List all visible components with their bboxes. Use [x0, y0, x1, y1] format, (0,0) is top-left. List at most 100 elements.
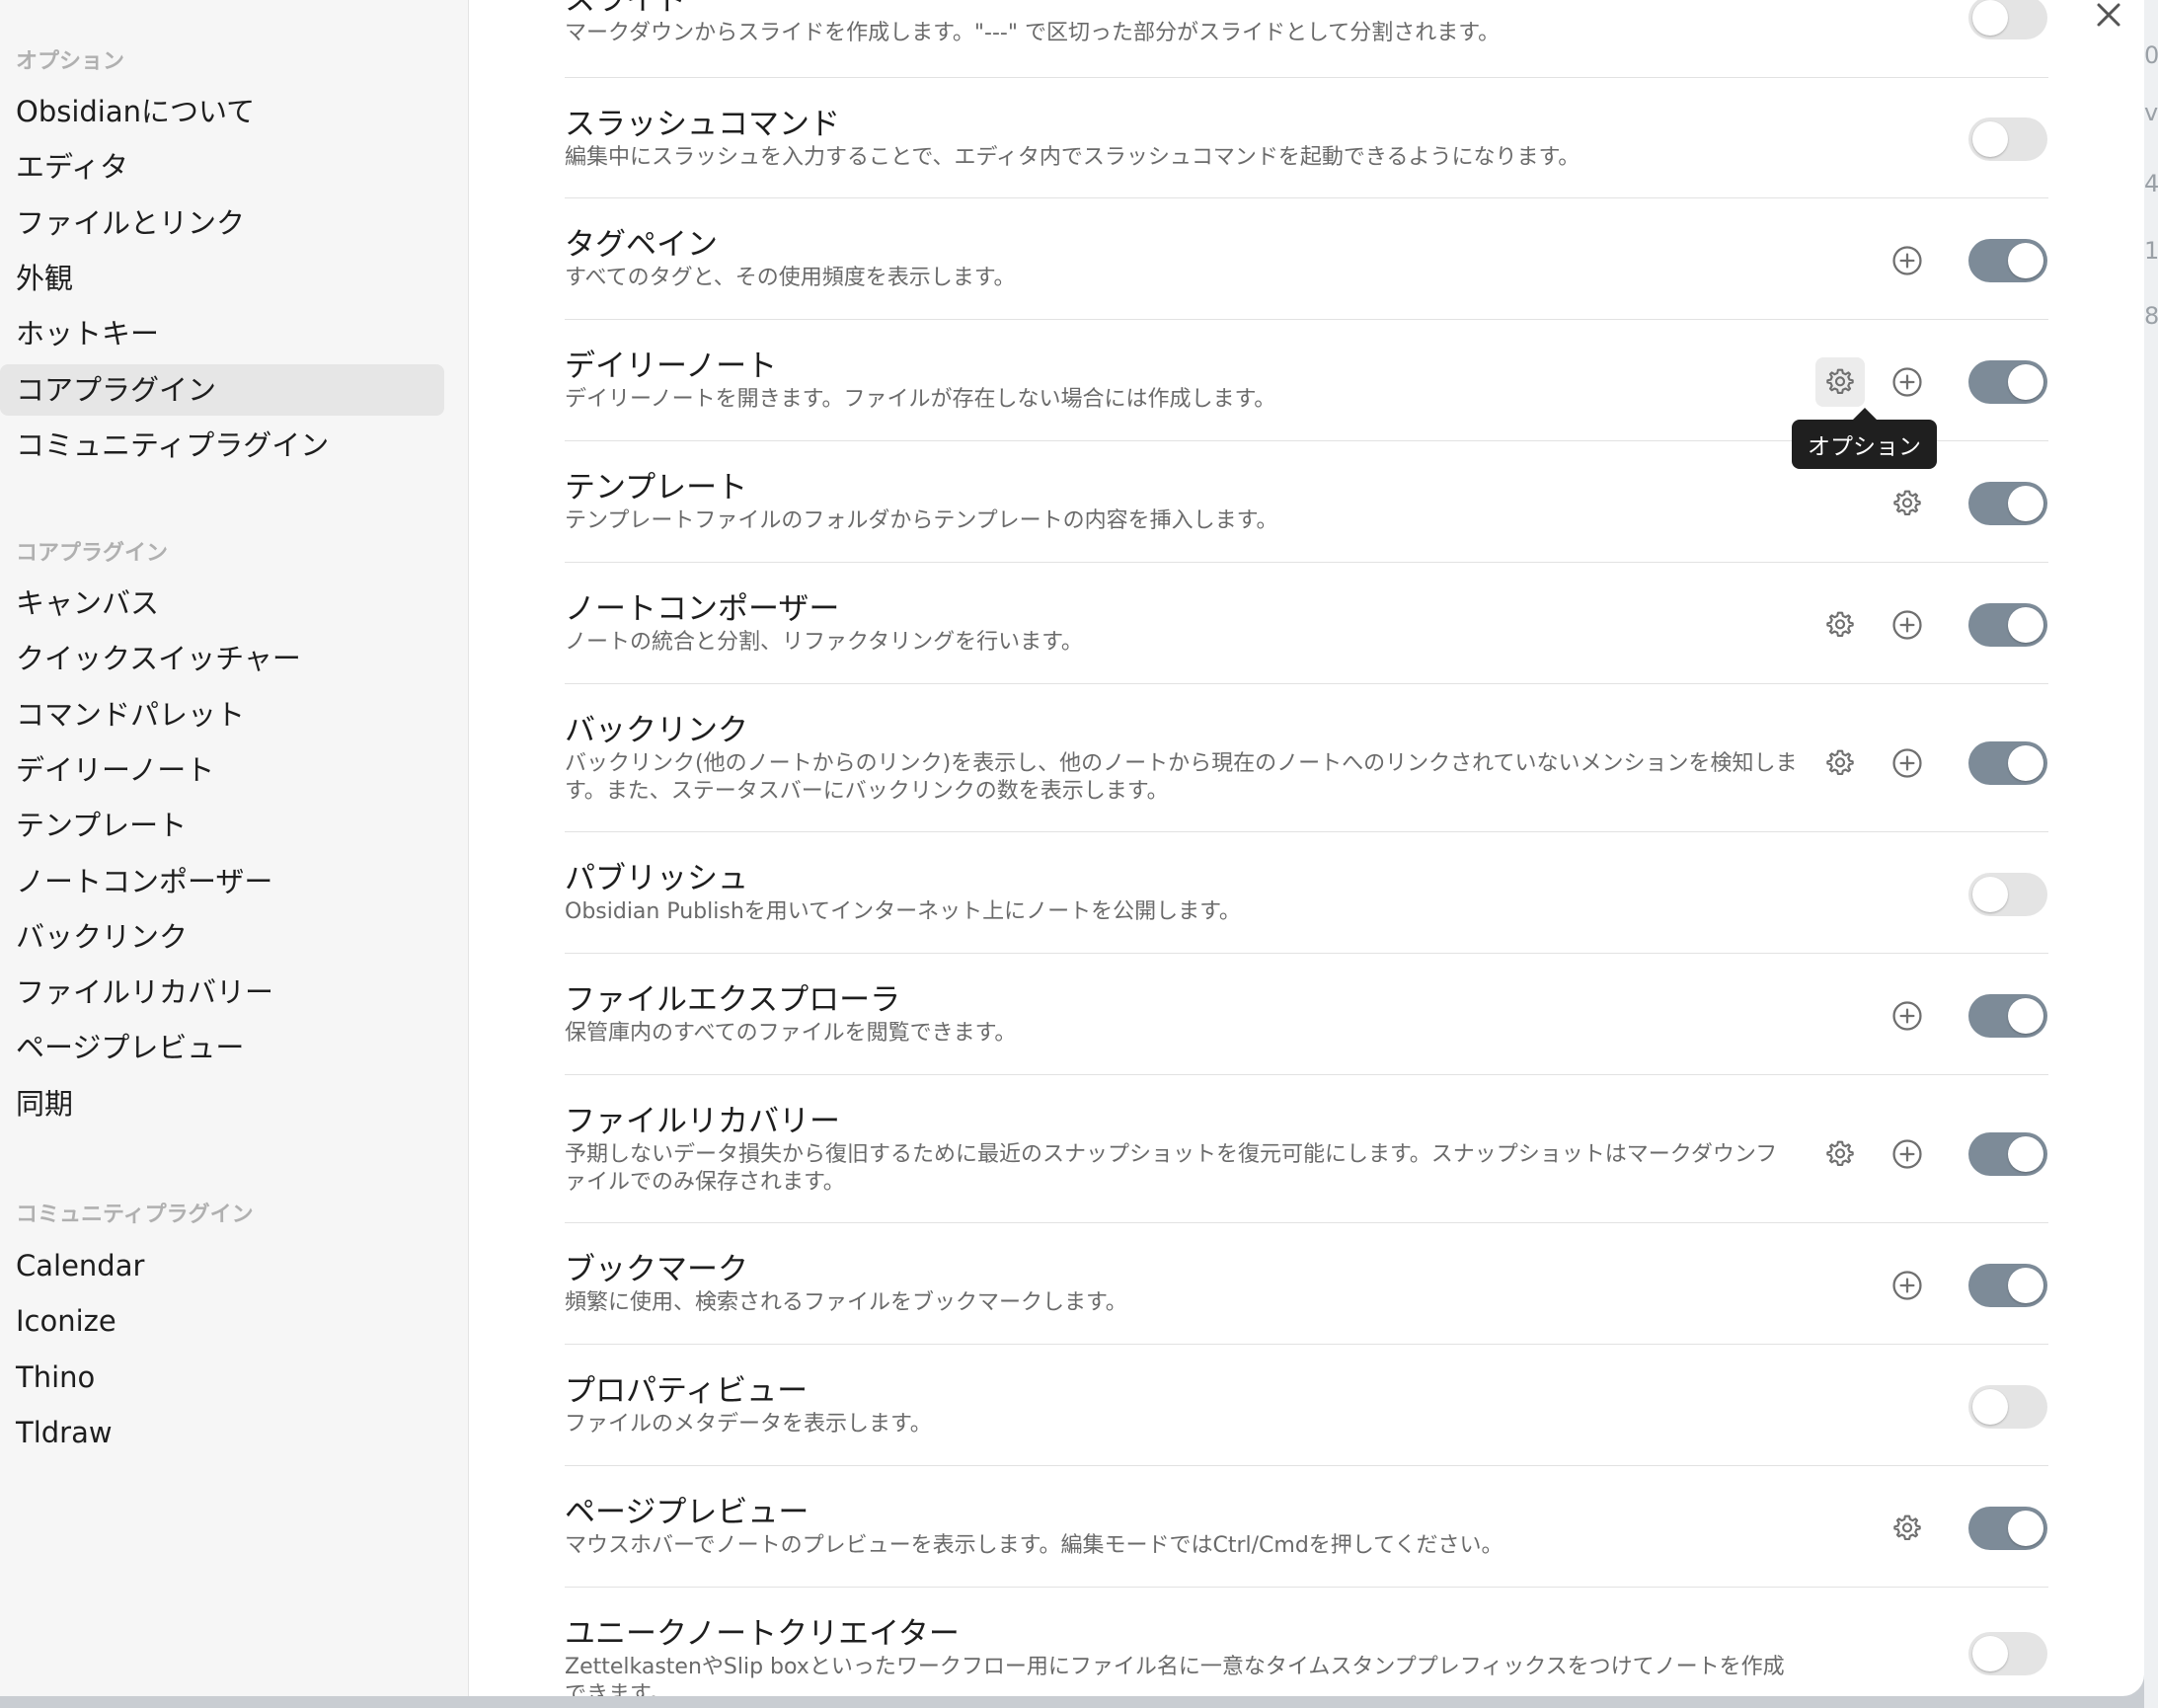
- plugin-title: ファイルエクスプローラ: [565, 982, 901, 1018]
- plugin-toggle[interactable]: [1968, 872, 2047, 916]
- add-hotkey-button[interactable]: [1883, 738, 1932, 788]
- plugin-toggle[interactable]: [1968, 741, 2047, 785]
- toggle-knob: [2008, 745, 2043, 781]
- plugin-toggle[interactable]: [1968, 1132, 2047, 1176]
- sidebar-item-options-1[interactable]: エディタ: [0, 141, 444, 193]
- plugin-toggle[interactable]: [1968, 1506, 2047, 1550]
- plugin-title: プロパティビュー: [565, 1373, 809, 1409]
- sidebar-item-core-4[interactable]: テンプレート: [0, 800, 444, 851]
- plugin-options-button[interactable]: [1815, 600, 1865, 650]
- plugin-row: タグペイン すべてのタグと、その使用頻度を表示します。: [565, 197, 2048, 320]
- plugin-description: ノートの統合と分割、リファクタリングを行います。: [565, 630, 1083, 655]
- sidebar-item-community-1[interactable]: Iconize: [0, 1295, 444, 1347]
- backdrop-glyph: v: [2144, 99, 2158, 126]
- plugin-row: ファイルリカバリー 予期しないデータ損失から復旧するために最近のスナップショットを…: [565, 1074, 2048, 1223]
- plugin-row: スラッシュコマンド編集中にスラッシュを入力することで、エディタ内でスラッシュコマ…: [565, 77, 2048, 198]
- plus-circle-icon: [1892, 609, 1922, 640]
- plugin-toggle[interactable]: [1968, 0, 2047, 39]
- close-icon: [2097, 3, 2120, 27]
- add-hotkey-button[interactable]: [1883, 991, 1932, 1041]
- sidebar-heading-community-plugins: コミュニティプラグイン: [16, 1203, 254, 1227]
- add-hotkey-button[interactable]: [1883, 1261, 1932, 1310]
- plus-circle-icon: [1892, 1139, 1922, 1169]
- sidebar-item-core-7[interactable]: ファイルリカバリー: [0, 967, 444, 1018]
- toggle-knob: [1972, 0, 2008, 36]
- plugin-title: テンプレート: [565, 470, 748, 505]
- backdrop-glyph: 4: [2144, 170, 2158, 197]
- gear-icon: [1893, 490, 1921, 515]
- plugin-title: バックリンク: [565, 713, 748, 748]
- add-hotkey-button[interactable]: [1883, 600, 1932, 650]
- plugin-description: テンプレートファイルのフォルダからテンプレートの内容を挿入します。: [565, 508, 1278, 533]
- sidebar-item-core-0[interactable]: キャンバス: [0, 578, 444, 629]
- plugin-options-button[interactable]: [1815, 738, 1865, 788]
- sidebar-item-core-6[interactable]: バックリンク: [0, 911, 444, 963]
- toggle-knob: [1972, 121, 2008, 157]
- sidebar-item-core-3[interactable]: デイリーノート: [0, 744, 444, 796]
- sidebar-item-community-0[interactable]: Calendar: [0, 1240, 444, 1291]
- plugin-toggle[interactable]: [1968, 993, 2047, 1038]
- gear-icon: [1826, 611, 1854, 637]
- sidebar-item-community-3[interactable]: Tldraw: [0, 1407, 444, 1458]
- toggle-knob: [2008, 485, 2043, 521]
- plugin-description: Obsidian Publishを用いてインターネット上にノートを公開します。: [565, 899, 1241, 924]
- plugin-options-button[interactable]: [1815, 356, 1865, 407]
- plugin-title: スライド: [565, 0, 687, 18]
- gear-icon: [1826, 749, 1854, 775]
- add-hotkey-button[interactable]: [1883, 1129, 1932, 1179]
- plugin-description: デイリーノートを開きます。ファイルが存在しない場合には作成します。: [565, 387, 1276, 412]
- plugin-toggle[interactable]: [1968, 1631, 2047, 1675]
- plugin-toggle[interactable]: [1968, 117, 2047, 161]
- plugin-options-button[interactable]: [1883, 479, 1932, 528]
- plus-circle-icon: [1892, 1270, 1922, 1300]
- plugin-row: プロパティビューファイルのメタデータを表示します。: [565, 1344, 2048, 1466]
- add-hotkey-button[interactable]: [1883, 236, 1932, 285]
- sidebar-item-core-5[interactable]: ノートコンポーザー: [0, 856, 444, 907]
- sidebar-item-options-6[interactable]: コミュニティプラグイン: [0, 420, 444, 471]
- sidebar-item-options-5[interactable]: コアプラグイン: [0, 363, 444, 416]
- plugin-description: ファイルのメタデータを表示します。: [565, 1412, 932, 1436]
- plugin-toggle[interactable]: [1968, 1384, 2047, 1429]
- sidebar-item-options-0[interactable]: Obsidianについて: [0, 86, 444, 137]
- plugin-row: スライド マークダウンからスライドを作成します。"---" で区切った部分がスライ…: [565, 0, 2048, 78]
- plugin-description: すべてのタグと、その使用頻度を表示します。: [565, 266, 1016, 290]
- add-hotkey-button[interactable]: [1883, 357, 1932, 407]
- plugin-options-button[interactable]: [1815, 1129, 1865, 1179]
- sidebar-item-core-1[interactable]: クイックスイッチャー: [0, 633, 444, 684]
- sidebar-heading-options: オプション: [16, 49, 125, 74]
- gear-icon: [1826, 1140, 1854, 1166]
- plugin-toggle[interactable]: [1968, 602, 2047, 647]
- close-button[interactable]: [2089, 0, 2128, 36]
- sidebar-item-core-8[interactable]: ページプレビュー: [0, 1022, 444, 1073]
- toggle-knob: [2008, 606, 2043, 643]
- plugin-description: バックリンク(他のノートからのリンク)を表示し、他のノートから現在のノートへのリ…: [565, 751, 1798, 804]
- sidebar-item-core-2[interactable]: コマンドパレット: [0, 689, 444, 740]
- toggle-knob: [2008, 1510, 2043, 1546]
- sidebar-item-core-9[interactable]: 同期: [0, 1078, 444, 1129]
- plugin-title: スラッシュコマンド: [565, 107, 840, 142]
- plugin-title: デイリーノート: [565, 349, 778, 384]
- sidebar-item-options-4[interactable]: ホットキー: [0, 308, 444, 359]
- plugin-row: パブリッシュ Obsidian Publishを用いてインターネット上にノートを公…: [565, 831, 2048, 954]
- plugin-options-button[interactable]: [1883, 1504, 1932, 1553]
- plugin-description: 保管庫内のすべてのファイルを閲覧できます。: [565, 1021, 1017, 1046]
- settings-modal: オプション Obsidianについて エディタ ファイルとリンク 外観 ホットキー コアプ…: [0, 0, 2144, 1696]
- plugin-toggle[interactable]: [1968, 1263, 2047, 1307]
- plugin-toggle[interactable]: [1968, 238, 2047, 282]
- settings-sidebar: オプション Obsidianについて エディタ ファイルとリンク 外観 ホットキー コアプ…: [0, 0, 469, 1696]
- plugin-title: ブックマーク: [565, 1252, 748, 1287]
- plugin-title: ユニークノートクリエイター: [565, 1616, 960, 1652]
- plugin-title: ファイルリカバリー: [565, 1104, 840, 1139]
- sidebar-item-options-2[interactable]: ファイルとリンク: [0, 197, 444, 249]
- plugin-description: 予期しないデータ損失から復旧するために最近のスナップショットを復元可能にします。…: [565, 1142, 1778, 1195]
- plus-circle-icon: [1892, 245, 1922, 275]
- sidebar-item-community-2[interactable]: Thino: [0, 1352, 444, 1403]
- backdrop-glyph: 1: [2144, 237, 2158, 265]
- plugin-row: ファイルエクスプローラ保管庫内のすべてのファイルを閲覧できます。: [565, 953, 2048, 1075]
- plugin-toggle[interactable]: [1968, 359, 2047, 404]
- sidebar-item-options-3[interactable]: 外観: [0, 253, 444, 304]
- plugin-toggle[interactable]: [1968, 481, 2047, 525]
- plugin-row: ユニークノートクリエイター ZettelkastenやSlip boxといったワー…: [565, 1587, 2048, 1696]
- plus-circle-icon: [1892, 366, 1922, 397]
- plugin-description: 編集中にスラッシュを入力することで、エディタ内でスラッシュコマンドを起動できるよ…: [565, 145, 1580, 170]
